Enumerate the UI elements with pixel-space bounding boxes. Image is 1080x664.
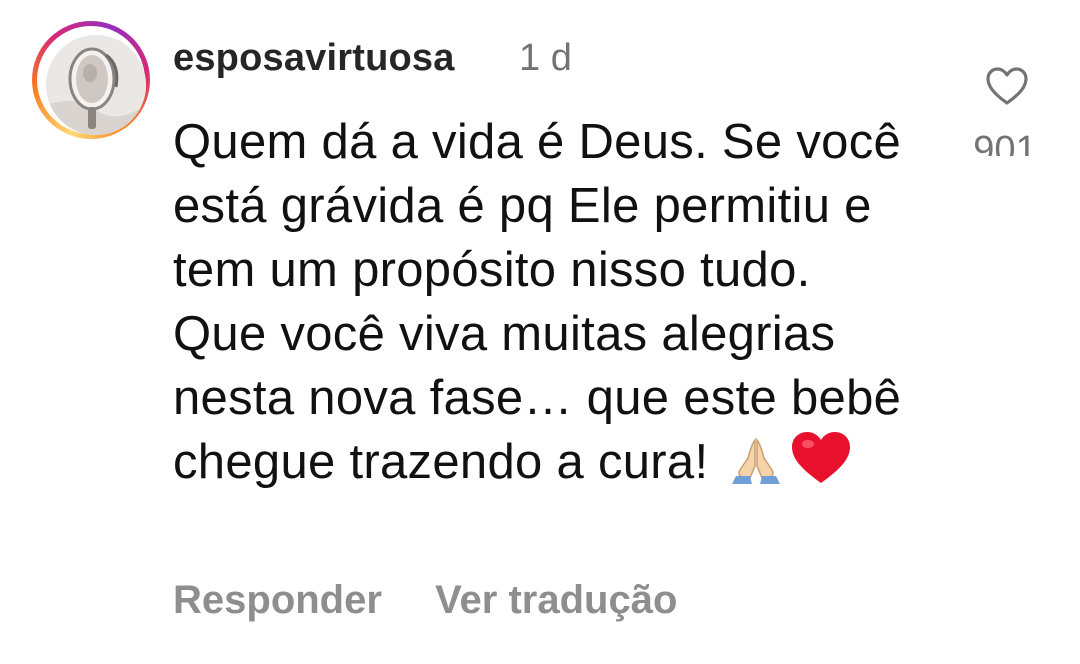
comment-actions: Responder Ver tradução bbox=[173, 574, 719, 626]
comment-username[interactable]: esposavirtuosa bbox=[173, 34, 455, 82]
comment-text: Quem dá a vida é Deus. Se você está gráv… bbox=[173, 110, 913, 502]
see-translation-button[interactable]: Ver tradução bbox=[435, 574, 677, 626]
red-heart-emoji bbox=[790, 430, 852, 502]
like-count: 901 bbox=[973, 129, 1037, 156]
avatar-story-ring[interactable] bbox=[32, 21, 150, 139]
avatar[interactable] bbox=[46, 35, 146, 135]
like-button[interactable] bbox=[985, 66, 1029, 106]
comment-timestamp: 1 d bbox=[519, 37, 572, 79]
heart-outline-icon bbox=[986, 67, 1028, 105]
reply-button[interactable]: Responder bbox=[173, 574, 382, 626]
comment-item: esposavirtuosa 1 d Quem dá a vida é Deus… bbox=[0, 0, 1080, 664]
praying-hands-emoji bbox=[728, 436, 784, 502]
